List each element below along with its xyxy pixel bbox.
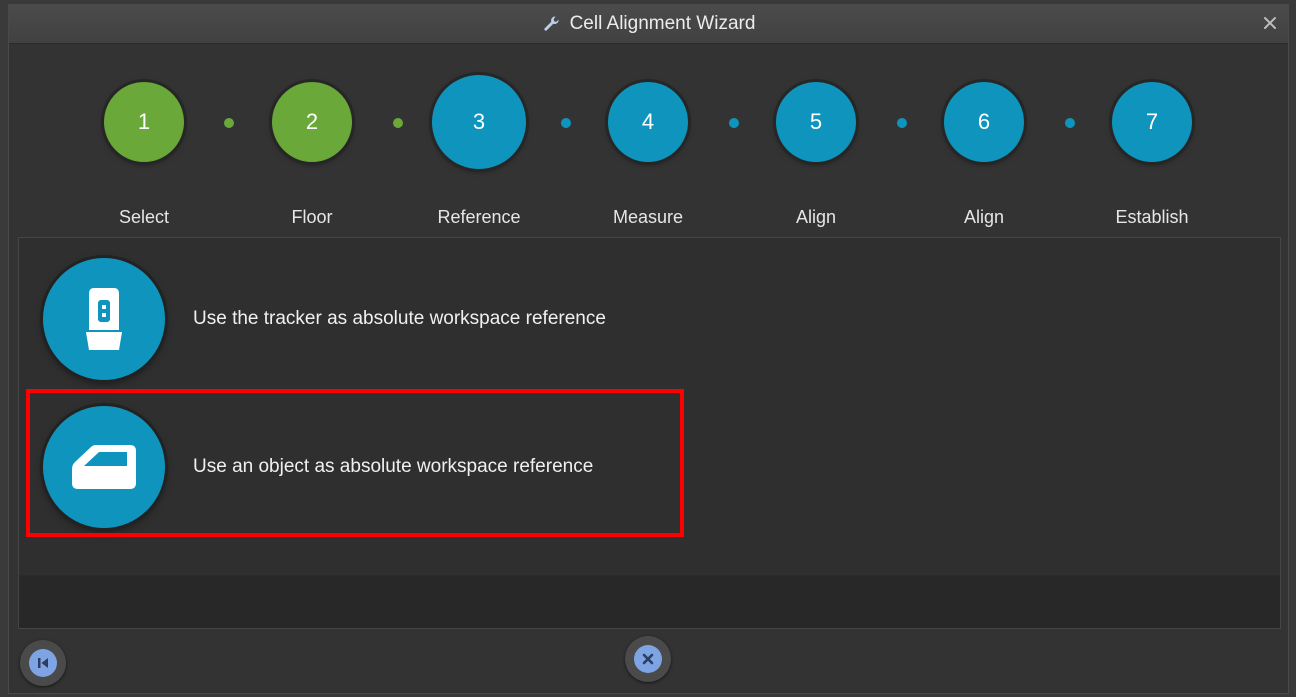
cancel-button[interactable] [625,636,671,682]
title-bar: Cell Alignment Wizard [9,5,1288,44]
step-7-circle[interactable]: 7 [1112,82,1192,162]
step-connector-dot [1065,118,1075,128]
step-connector-dot [561,118,571,128]
step-2-circle[interactable]: 2 [272,82,352,162]
object-reference-option[interactable]: Use an object as absolute workspace refe… [19,404,719,530]
step-connector-dot [224,118,234,128]
step-5-circle[interactable]: 5 [776,82,856,162]
wizard-window: Cell Alignment Wizard 1 2 3 4 5 6 7 Sele… [8,4,1289,694]
step-2-label: Floor [291,207,333,227]
options-panel: Use the tracker as absolute workspace re… [18,237,1281,629]
step-6-label: Align [963,207,1005,227]
step-1-circle[interactable]: 1 [104,82,184,162]
step-5-label: Align [795,207,837,227]
panel-footer [19,575,1280,628]
window-title: Cell Alignment Wizard [569,13,756,34]
tracker-reference-option[interactable]: Use the tracker as absolute workspace re… [19,256,719,382]
step-3-label: Reference [437,207,521,227]
close-icon[interactable] [1258,11,1282,35]
step-4-label: Measure [612,207,684,227]
step-connector-dot [393,118,403,128]
step-connector-dot [897,118,907,128]
step-connector-dot [729,118,739,128]
step-1-label: Select [118,207,170,227]
wrench-icon [542,14,562,34]
step-7-label: Establish [1115,207,1189,227]
tracker-icon [43,258,165,380]
step-3-circle[interactable]: 3 [432,75,526,169]
tracker-option-label: Use the tracker as absolute workspace re… [193,308,606,329]
step-progress: 1 2 3 4 5 6 7 Select Floor Reference Mea… [9,43,1288,239]
object-icon [43,406,165,528]
skip-back-icon [29,649,57,677]
object-option-label: Use an object as absolute workspace refe… [193,456,594,477]
back-button[interactable] [20,640,66,686]
cancel-icon [634,645,662,673]
step-6-circle[interactable]: 6 [944,82,1024,162]
step-4-circle[interactable]: 4 [608,82,688,162]
